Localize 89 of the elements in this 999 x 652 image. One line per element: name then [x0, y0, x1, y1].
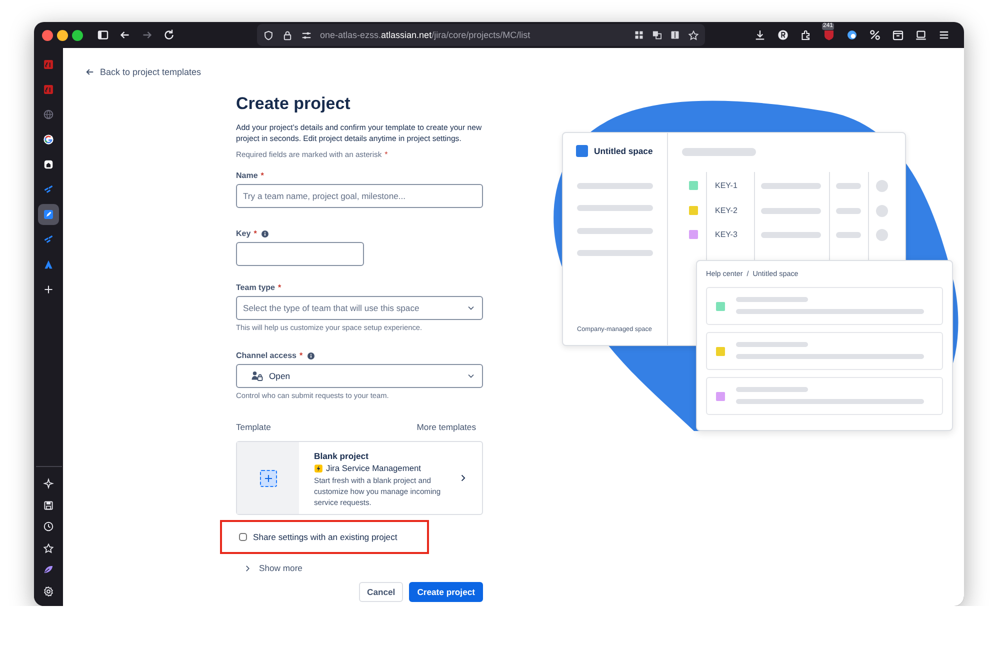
issue-key: KEY-2 [715, 206, 738, 214]
permissions-icon[interactable] [301, 30, 312, 40]
url-text: one-atlas-ezss.atlassian.net/jira/core/projects/MC/list [320, 30, 532, 40]
create-project-button[interactable]: Create project [409, 582, 483, 602]
home-icon [43, 159, 54, 170]
maximize-button[interactable] [72, 30, 83, 40]
bookmark-star-icon[interactable] [688, 30, 699, 40]
reload-icon[interactable] [163, 29, 175, 41]
placeholder-bar [736, 342, 808, 347]
atlassian-icon [43, 259, 54, 270]
checkbox-label: Share settings with an existing project [253, 532, 398, 542]
name-input[interactable]: Try a team name, project goal, milestone... [236, 184, 483, 208]
space-icon [576, 145, 588, 157]
rocket-icon [43, 209, 54, 220]
sidebar-toggle-icon[interactable] [97, 29, 109, 41]
field-label: Name [236, 171, 258, 181]
chevron-right-icon [243, 564, 252, 572]
product-name: Jira Service Management [326, 462, 421, 475]
template-title: Blank project [314, 451, 370, 462]
save-icon [43, 500, 54, 510]
logo-icon [43, 84, 54, 95]
extension-icon[interactable] [846, 29, 858, 41]
avatar-circle [876, 229, 888, 241]
globe-icon [43, 109, 54, 120]
share-checkbox[interactable] [239, 533, 247, 541]
avatar-circle [876, 204, 888, 216]
required-mark: * [384, 150, 388, 159]
placeholder-bar [736, 387, 808, 392]
placeholder-bar [736, 297, 808, 302]
select-field[interactable]: Select the type of team that will use this space [236, 296, 483, 320]
required-mark: * [254, 229, 257, 239]
extension-icon[interactable] [777, 29, 789, 41]
lock-icon[interactable] [282, 30, 293, 40]
required-mark: * [299, 351, 303, 361]
section-label: Template [236, 421, 271, 433]
space-title: Untitled space [594, 146, 653, 156]
jira-icon [43, 234, 54, 245]
issue-key: KEY-1 [715, 181, 738, 190]
info-icon[interactable] [260, 230, 269, 238]
percent-icon[interactable] [869, 29, 881, 41]
logo-icon [43, 59, 54, 70]
lightning-icon [314, 464, 323, 473]
grid-icon[interactable] [634, 30, 644, 40]
placeholder-bar [836, 183, 861, 189]
placeholder-bar [836, 232, 861, 238]
more-templates-link[interactable]: More templates [416, 421, 476, 433]
placeholder-bar [761, 208, 821, 214]
address-bar[interactable]: one-atlas-ezss.atlassian.net/jira/core/projects/MC/list [257, 24, 705, 46]
translate-icon[interactable] [652, 30, 662, 40]
sparkle-icon [43, 478, 54, 489]
sidebar-item[interactable] [38, 204, 59, 225]
required-mark: * [260, 171, 264, 181]
required-mark: * [278, 283, 282, 293]
tray-icon[interactable] [892, 29, 904, 41]
shield-icon[interactable] [263, 30, 274, 40]
select-field[interactable]: Open [236, 364, 483, 388]
people-lock-icon [251, 370, 263, 382]
laptop-icon[interactable] [915, 29, 927, 41]
back-arrow-icon [85, 67, 95, 77]
shield-extension-icon[interactable] [823, 29, 835, 41]
menu-icon[interactable] [938, 29, 950, 41]
back-icon[interactable] [119, 29, 131, 41]
star-icon [43, 542, 54, 554]
placeholder-bar [761, 232, 821, 238]
google-icon [43, 134, 54, 145]
clock-icon [43, 521, 54, 532]
download-icon[interactable] [754, 29, 766, 41]
avatar-circle [876, 180, 888, 192]
field-label: Channel access [236, 351, 296, 361]
settings-icon [43, 586, 54, 596]
jira-icon [43, 184, 54, 195]
back-link[interactable]: Back to project templates [85, 67, 202, 77]
field-label: Key [236, 229, 251, 239]
cancel-button[interactable]: Cancel [359, 582, 404, 602]
info-icon[interactable] [306, 352, 315, 360]
show-more-toggle[interactable]: Show more [243, 563, 302, 573]
reader-view-icon[interactable] [670, 30, 680, 40]
add-icon [43, 284, 54, 295]
placeholder-bar [761, 183, 821, 189]
field-label: Team type [236, 283, 275, 293]
page-title: Create project [236, 93, 352, 115]
leaf-icon [43, 564, 54, 575]
placeholder-bar [836, 208, 861, 214]
close-button[interactable] [42, 30, 53, 40]
puzzle-icon[interactable] [800, 29, 812, 41]
issue-key: KEY-3 [715, 230, 738, 239]
key-input[interactable] [236, 242, 364, 266]
minimize-button[interactable] [57, 30, 68, 40]
add-icon [260, 470, 276, 486]
